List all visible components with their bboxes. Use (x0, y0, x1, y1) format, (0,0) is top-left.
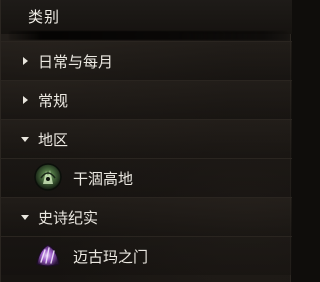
subcategory-maguuma-gate[interactable]: 迈古玛之门 (1, 236, 292, 275)
category-daily-monthly[interactable]: 日常与每月 (1, 41, 292, 80)
achievement-category-panel: 类别 日常与每月 常规 地区 干涸高地 史诗纪实 迈古玛之门 (0, 0, 292, 282)
header-brush-divider (9, 31, 289, 40)
category-regions[interactable]: 地区 (1, 119, 292, 158)
panel-header: 类别 (1, 0, 292, 34)
category-label: 日常与每月 (38, 53, 114, 71)
category-label: 史诗纪实 (38, 209, 99, 227)
subcategory-label: 迈古玛之门 (73, 248, 149, 266)
collapse-arrow-icon (21, 137, 29, 142)
expand-arrow-icon (23, 57, 28, 65)
category-label: 常规 (38, 92, 69, 110)
mossy-helm-icon (34, 163, 62, 191)
subcategory-label: 干涸高地 (73, 170, 134, 188)
collapse-arrow-icon (21, 215, 29, 220)
purple-claw-icon (36, 244, 60, 267)
panel-title: 类别 (28, 8, 61, 26)
category-label: 地区 (38, 131, 69, 149)
expand-arrow-icon (23, 96, 28, 104)
category-general[interactable]: 常规 (1, 80, 292, 119)
category-epic-chronicles[interactable]: 史诗纪实 (1, 197, 292, 236)
subcategory-dry-highlands[interactable]: 干涸高地 (1, 158, 292, 197)
